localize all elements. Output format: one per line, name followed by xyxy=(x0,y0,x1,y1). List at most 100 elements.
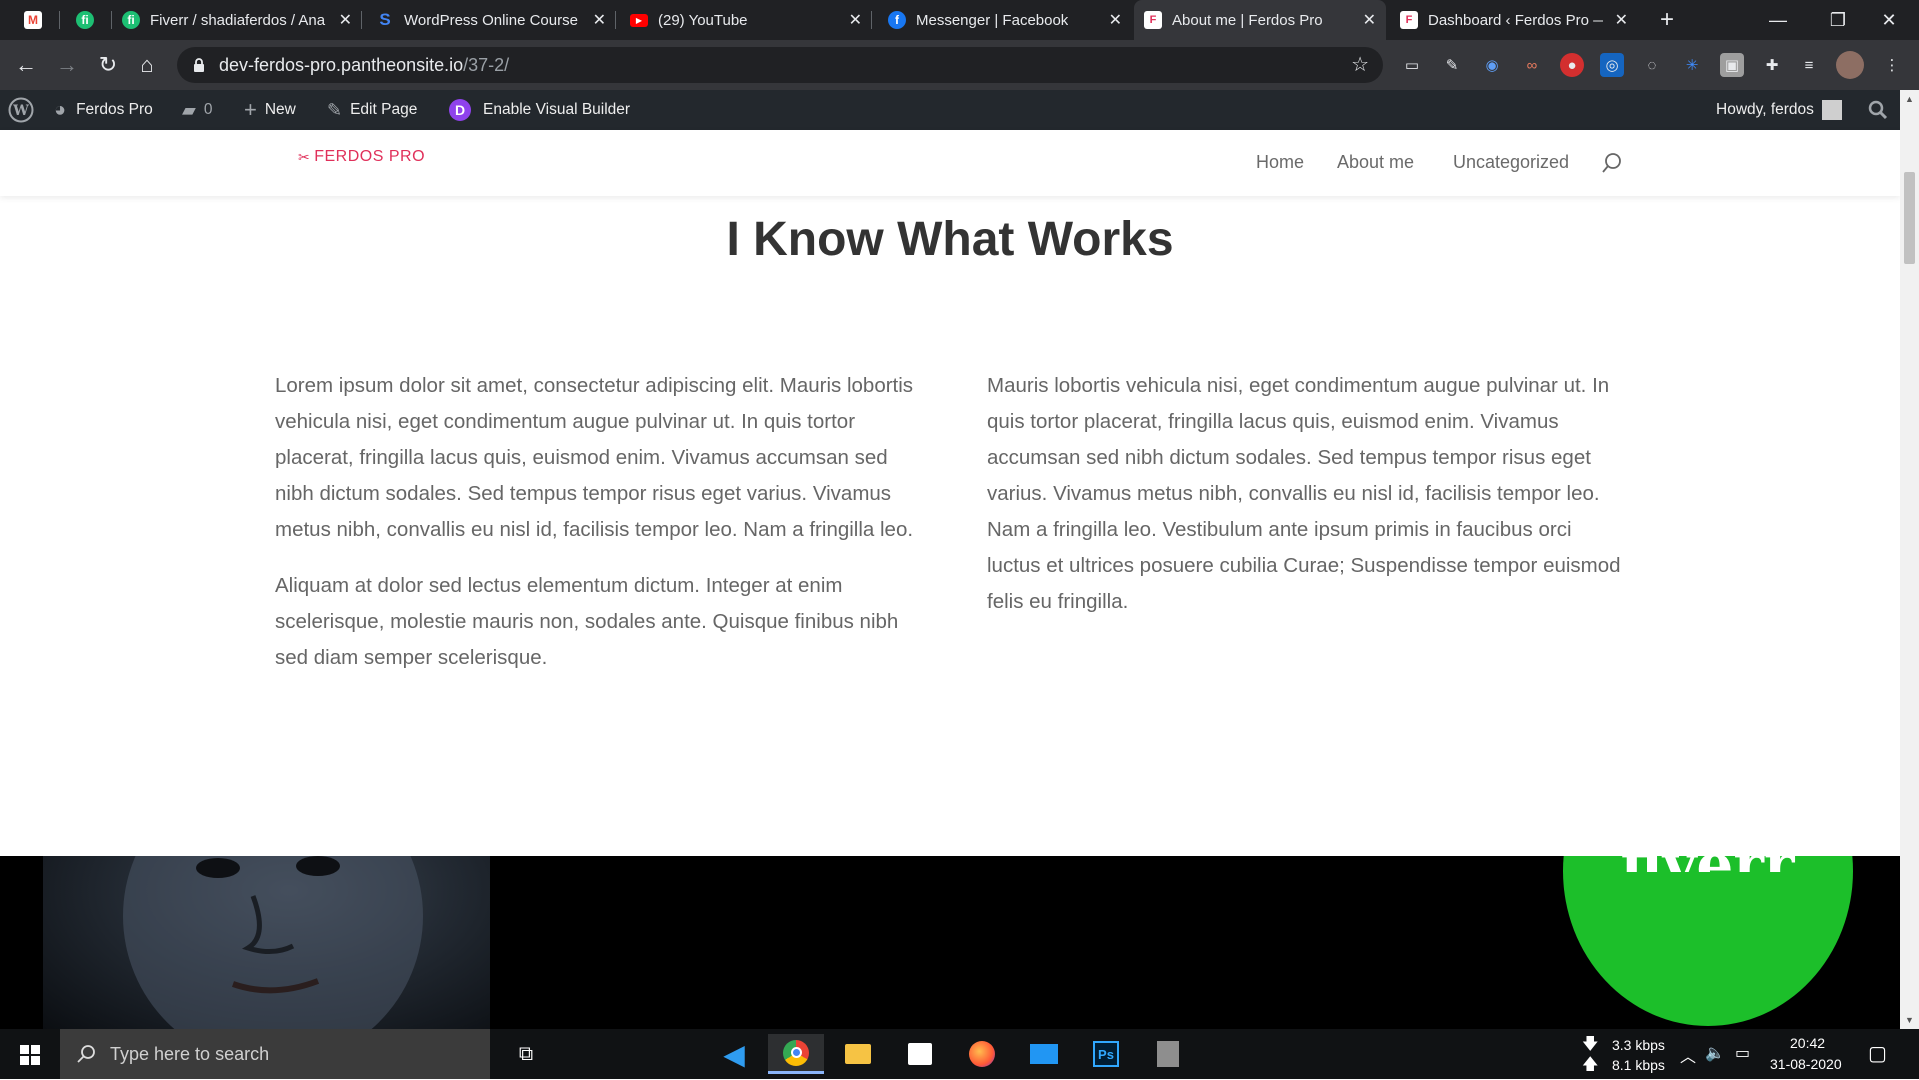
x-extension-icon[interactable]: ✳ xyxy=(1680,53,1704,77)
file-explorer-icon[interactable] xyxy=(830,1034,886,1074)
admin-search-button[interactable] xyxy=(1868,90,1888,130)
cast-extension-icon[interactable]: ▭ xyxy=(1400,53,1424,77)
visual-builder-link[interactable]: D Enable Visual Builder xyxy=(449,90,630,130)
tab-title: Dashboard ‹ Ferdos Pro — xyxy=(1428,11,1603,29)
pen-extension-icon[interactable]: ✎ xyxy=(1440,53,1464,77)
minimize-button[interactable]: — xyxy=(1748,0,1808,40)
close-icon[interactable]: ✕ xyxy=(1109,10,1122,30)
tab-youtube[interactable]: ▶ (29) YouTube ✕ xyxy=(618,0,872,40)
vscode-icon[interactable]: ◀ xyxy=(706,1034,762,1074)
portrait-photo xyxy=(43,856,490,1029)
mail-icon[interactable] xyxy=(1016,1034,1072,1074)
tab-messenger[interactable]: f Messenger | Facebook ✕ xyxy=(878,0,1132,40)
tab-fiverr-pinned[interactable]: fi xyxy=(62,0,112,40)
shield-extension-icon[interactable]: ● xyxy=(1560,53,1584,77)
site-header: ✂ FERDOS PRO Home About me Uncategorized xyxy=(0,130,1900,196)
comment-bubble-icon: ▰ xyxy=(182,99,196,120)
firefox-icon[interactable] xyxy=(954,1034,1010,1074)
puzzle-extensions-icon[interactable]: ✚ xyxy=(1760,53,1784,77)
scroll-up-arrow-icon[interactable]: ▲ xyxy=(1905,94,1914,104)
wordpress-icon: W xyxy=(8,97,34,123)
nav-uncategorized[interactable]: Uncategorized xyxy=(1453,152,1569,173)
close-icon[interactable]: ✕ xyxy=(1363,10,1376,30)
windows-start-icon[interactable] xyxy=(20,1045,40,1065)
scroll-thumb[interactable] xyxy=(1904,172,1915,264)
upload-arrow-icon: 🡅 xyxy=(1582,1056,1599,1073)
back-button[interactable]: ← xyxy=(6,40,46,90)
gmail-icon: M xyxy=(24,11,42,29)
photoshop-icon[interactable]: Ps xyxy=(1078,1034,1134,1074)
close-icon[interactable]: ✕ xyxy=(339,10,352,30)
tray-chevron-icon[interactable]: ︿ xyxy=(1680,1043,1696,1067)
bookmark-star-icon[interactable]: ☆ xyxy=(1351,52,1369,77)
logo-text: FERDOS PRO xyxy=(314,148,426,165)
nav-about-me[interactable]: About me xyxy=(1337,152,1414,173)
site-name-label: Ferdos Pro xyxy=(76,101,153,118)
new-tab-button[interactable]: + xyxy=(1642,0,1692,40)
chrome-icon[interactable] xyxy=(768,1034,824,1074)
store-icon[interactable] xyxy=(892,1034,948,1074)
volume-icon[interactable]: 🔈 xyxy=(1705,1043,1725,1063)
screenshot-extension-icon[interactable]: ◎ xyxy=(1600,53,1624,77)
edit-page-link[interactable]: ✎ Edit Page xyxy=(327,90,417,130)
network-icon[interactable]: ▭ xyxy=(1735,1043,1750,1063)
tab-dashboard[interactable]: F Dashboard ‹ Ferdos Pro — ✕ xyxy=(1388,0,1638,40)
facebook-icon: f xyxy=(888,11,906,29)
tab-fiverr[interactable]: fi Fiverr / shadiaferdos / Ana ✕ xyxy=(112,0,362,40)
tab-about-me[interactable]: F About me | Ferdos Pro ✕ xyxy=(1134,0,1386,40)
nav-home[interactable]: Home xyxy=(1256,152,1304,173)
task-view-icon[interactable]: ⧉ xyxy=(498,1034,554,1074)
new-content-menu[interactable]: + New xyxy=(244,90,296,130)
close-window-button[interactable]: ✕ xyxy=(1859,0,1919,40)
windows-taskbar: Type here to search ⧉ ◀ Ps 🡇 🡅 3.3 kbps … xyxy=(0,1029,1919,1079)
glasses-extension-icon[interactable]: ∞ xyxy=(1520,53,1544,77)
lock-icon xyxy=(194,57,204,72)
search-icon[interactable] xyxy=(1601,152,1623,174)
site-icon: F xyxy=(1400,11,1418,29)
new-label: New xyxy=(264,101,296,118)
close-icon[interactable]: ✕ xyxy=(1615,10,1628,30)
comments-count: 0 xyxy=(203,101,213,118)
calculator-icon[interactable] xyxy=(1140,1034,1196,1074)
profile-avatar[interactable] xyxy=(1836,51,1864,79)
page-extension-icon[interactable]: ▣ xyxy=(1720,53,1744,77)
comments-menu[interactable]: ▰ 0 xyxy=(182,90,212,130)
notification-center-icon[interactable]: ▢ xyxy=(1868,1041,1887,1066)
home-button[interactable]: ⌂ xyxy=(127,40,167,90)
tab-title: (29) YouTube xyxy=(658,11,748,29)
forward-button[interactable]: → xyxy=(47,40,87,90)
search-icon xyxy=(1868,100,1888,120)
svg-text:W: W xyxy=(12,103,29,119)
scroll-down-arrow-icon[interactable]: ▼ xyxy=(1905,1015,1914,1025)
plus-icon: + xyxy=(244,97,257,122)
fiverr-icon: fi xyxy=(122,11,140,29)
divi-icon: D xyxy=(449,99,471,121)
address-bar[interactable]: dev-ferdos-pro.pantheonsite.io /37-2/ ☆ xyxy=(177,47,1383,83)
clock-time[interactable]: 20:42 xyxy=(1790,1035,1825,1051)
wp-logo-menu[interactable]: W xyxy=(8,90,34,130)
fiverr-logo xyxy=(1563,856,1853,1026)
bulb-extension-icon[interactable]: ◌ xyxy=(1640,53,1664,77)
page-scrollbar[interactable]: ▲ ▼ xyxy=(1900,90,1919,1029)
site-name-menu[interactable]: ◕ Ferdos Pro xyxy=(54,90,153,130)
close-icon[interactable]: ✕ xyxy=(593,10,606,30)
tab-wordpress-course[interactable]: S WordPress Online Course ✕ xyxy=(364,0,616,40)
media-queue-icon[interactable]: ≡ xyxy=(1797,53,1821,77)
camera-extension-icon[interactable]: ◉ xyxy=(1480,53,1504,77)
tab-title: About me | Ferdos Pro xyxy=(1172,11,1323,29)
menu-kebab-icon[interactable]: ⋮ xyxy=(1880,53,1904,77)
tab-gmail[interactable]: M xyxy=(10,0,60,40)
site-logo[interactable]: ✂ FERDOS PRO xyxy=(298,148,425,166)
clock-date[interactable]: 31-08-2020 xyxy=(1770,1056,1842,1072)
tab-title: WordPress Online Course xyxy=(404,11,578,29)
paragraph: Lorem ipsum dolor sit amet, consectetur … xyxy=(275,374,914,541)
user-avatar xyxy=(1821,100,1842,120)
account-menu[interactable]: Howdy, ferdos xyxy=(1716,90,1842,130)
text-column-right: Mauris lobortis vehicula nisi, eget cond… xyxy=(987,368,1627,640)
fiverr-logo-text: fiverr xyxy=(1595,856,1820,872)
taskbar-search-box[interactable]: Type here to search xyxy=(60,1029,490,1079)
wp-admin-bar: W ◕ Ferdos Pro ▰ 0 + New ✎ Edit Page D E… xyxy=(0,90,1900,130)
dashboard-gauge-icon: ◕ xyxy=(54,98,67,121)
reload-button[interactable]: ↻ xyxy=(88,40,128,90)
close-icon[interactable]: ✕ xyxy=(849,10,862,30)
